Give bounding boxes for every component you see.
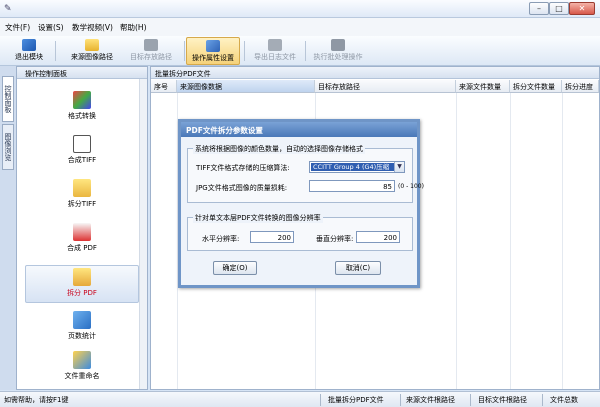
- exit-module-button[interactable]: 退出模块: [8, 37, 50, 65]
- settings-icon: [206, 40, 220, 52]
- tiff-merge-icon: [73, 135, 91, 153]
- module-pdf-split[interactable]: 拆分 PDF: [25, 265, 139, 303]
- menu-help[interactable]: 帮助(H): [120, 22, 147, 33]
- resolution-group: 针对单文本层PDF文件转换的图像分辨率 水平分辨率: 垂直分辨率:: [187, 213, 413, 251]
- tiff-split-icon: [73, 179, 91, 197]
- module-tiff-merge[interactable]: 合成TIFF: [25, 133, 139, 171]
- operation-control-panel: 操作控制面板 格式转换 合成TIFF 拆分TIFF 合成 PDF 拆分 PDF …: [16, 66, 148, 390]
- jpg-quality-label: JPG文件格式图像的质量损耗:: [196, 184, 288, 192]
- pdf-split-settings-dialog: PDF文件拆分参数设置 系统将根据图像的颜色数量，自动的选择图像存储格式 TIF…: [178, 119, 424, 288]
- menu-file[interactable]: 文件(F): [5, 22, 30, 33]
- dialog-title: PDF文件拆分参数设置: [181, 122, 417, 137]
- exit-icon: [22, 39, 36, 51]
- format-convert-icon: [73, 91, 91, 109]
- module-page-count[interactable]: 页数统计: [25, 309, 139, 347]
- menu-tutorial-video[interactable]: 教学视频(V): [72, 22, 113, 33]
- panel-title: 操作控制面板: [17, 67, 147, 79]
- tab-image-browse[interactable]: 图像浏览: [2, 124, 14, 170]
- run-icon: [331, 39, 345, 51]
- vertical-resolution-input[interactable]: [356, 231, 400, 243]
- run-batch-button[interactable]: 执行批处理操作: [310, 37, 366, 65]
- jpg-quality-range: (0 - 100): [398, 183, 424, 190]
- folder-icon: [85, 39, 99, 51]
- module-rename[interactable]: 文件重命名: [25, 349, 139, 387]
- image-format-group-title: 系统将根据图像的颜色数量，自动的选择图像存储格式: [193, 144, 365, 154]
- source-path-button[interactable]: 来源图像路径: [62, 37, 122, 65]
- left-panel-scrollbar[interactable]: [139, 79, 147, 389]
- compression-label: TIFF文件格式存储的压缩算法:: [196, 164, 290, 172]
- status-source-root: 来源文件根路径: [406, 396, 455, 404]
- close-button[interactable]: ✕: [569, 2, 595, 15]
- image-format-group: 系统将根据图像的颜色数量，自动的选择图像存储格式 TIFF文件格式存储的压缩算法…: [187, 144, 424, 203]
- toolbar: 退出模块 来源图像路径 目标存放路径 操作属性设置 导出日志文件 执行批处理操作: [0, 36, 600, 66]
- module-tiff-split[interactable]: 拆分TIFF: [25, 177, 139, 215]
- chevron-down-icon: ▼: [394, 162, 404, 172]
- vertical-resolution-label: 垂直分辨率:: [316, 235, 354, 243]
- export-icon: [268, 39, 282, 51]
- app-icon: ✎: [4, 4, 12, 14]
- status-target-root: 目标文件根路径: [478, 396, 527, 404]
- column-target-path[interactable]: 目标存放路径: [315, 80, 456, 93]
- list-title: 批量拆分PDF文件: [151, 67, 599, 79]
- jpg-quality-input[interactable]: [309, 180, 395, 192]
- minimize-button[interactable]: –: [529, 2, 549, 15]
- tab-control-panel[interactable]: 控制面板: [2, 76, 14, 122]
- resolution-group-title: 针对单文本层PDF文件转换的图像分辨率: [193, 213, 323, 223]
- rename-icon: [73, 351, 91, 369]
- status-help: 如需帮助，请按F1键: [4, 396, 69, 404]
- horizontal-resolution-label: 水平分辨率:: [202, 235, 240, 243]
- status-bar: 如需帮助，请按F1键 批量拆分PDF文件 来源文件根路径 目标文件根路径 文件总…: [0, 391, 600, 407]
- operation-settings-button[interactable]: 操作属性设置: [186, 37, 240, 65]
- maximize-button[interactable]: □: [549, 2, 569, 15]
- column-source-count[interactable]: 来源文件数量: [456, 80, 510, 93]
- column-split-count[interactable]: 拆分文件数量: [510, 80, 562, 93]
- status-module: 批量拆分PDF文件: [328, 396, 384, 404]
- module-format-convert[interactable]: 格式转换: [25, 89, 139, 127]
- ok-button[interactable]: 确定(O): [213, 261, 257, 275]
- page-count-icon: [73, 311, 91, 329]
- status-file-total: 文件总数: [550, 396, 578, 404]
- module-pdf-merge[interactable]: 合成 PDF: [25, 221, 139, 259]
- title-bar: ✎ – □ ✕: [0, 0, 600, 18]
- column-split-progress[interactable]: 拆分进度: [562, 80, 599, 93]
- column-index[interactable]: 序号: [151, 80, 177, 93]
- pdf-merge-icon: [73, 223, 91, 241]
- compression-value: CCITT Group 4 (G4)压缩: [311, 163, 394, 171]
- side-tabs: 控制面板 图像浏览: [0, 66, 16, 390]
- pdf-split-icon: [73, 268, 91, 286]
- column-source-data[interactable]: 来源图像数据: [177, 80, 315, 93]
- folder-save-icon: [144, 39, 158, 51]
- target-path-button[interactable]: 目标存放路径: [122, 37, 180, 65]
- compression-select[interactable]: CCITT Group 4 (G4)压缩 ▼: [309, 161, 405, 173]
- menu-bar: 文件(F) 设置(S) 教学视频(V) 帮助(H): [0, 18, 600, 36]
- horizontal-resolution-input[interactable]: [250, 231, 294, 243]
- cancel-button[interactable]: 取消(C): [335, 261, 381, 275]
- menu-settings[interactable]: 设置(S): [38, 22, 64, 33]
- export-log-button[interactable]: 导出日志文件: [250, 37, 300, 65]
